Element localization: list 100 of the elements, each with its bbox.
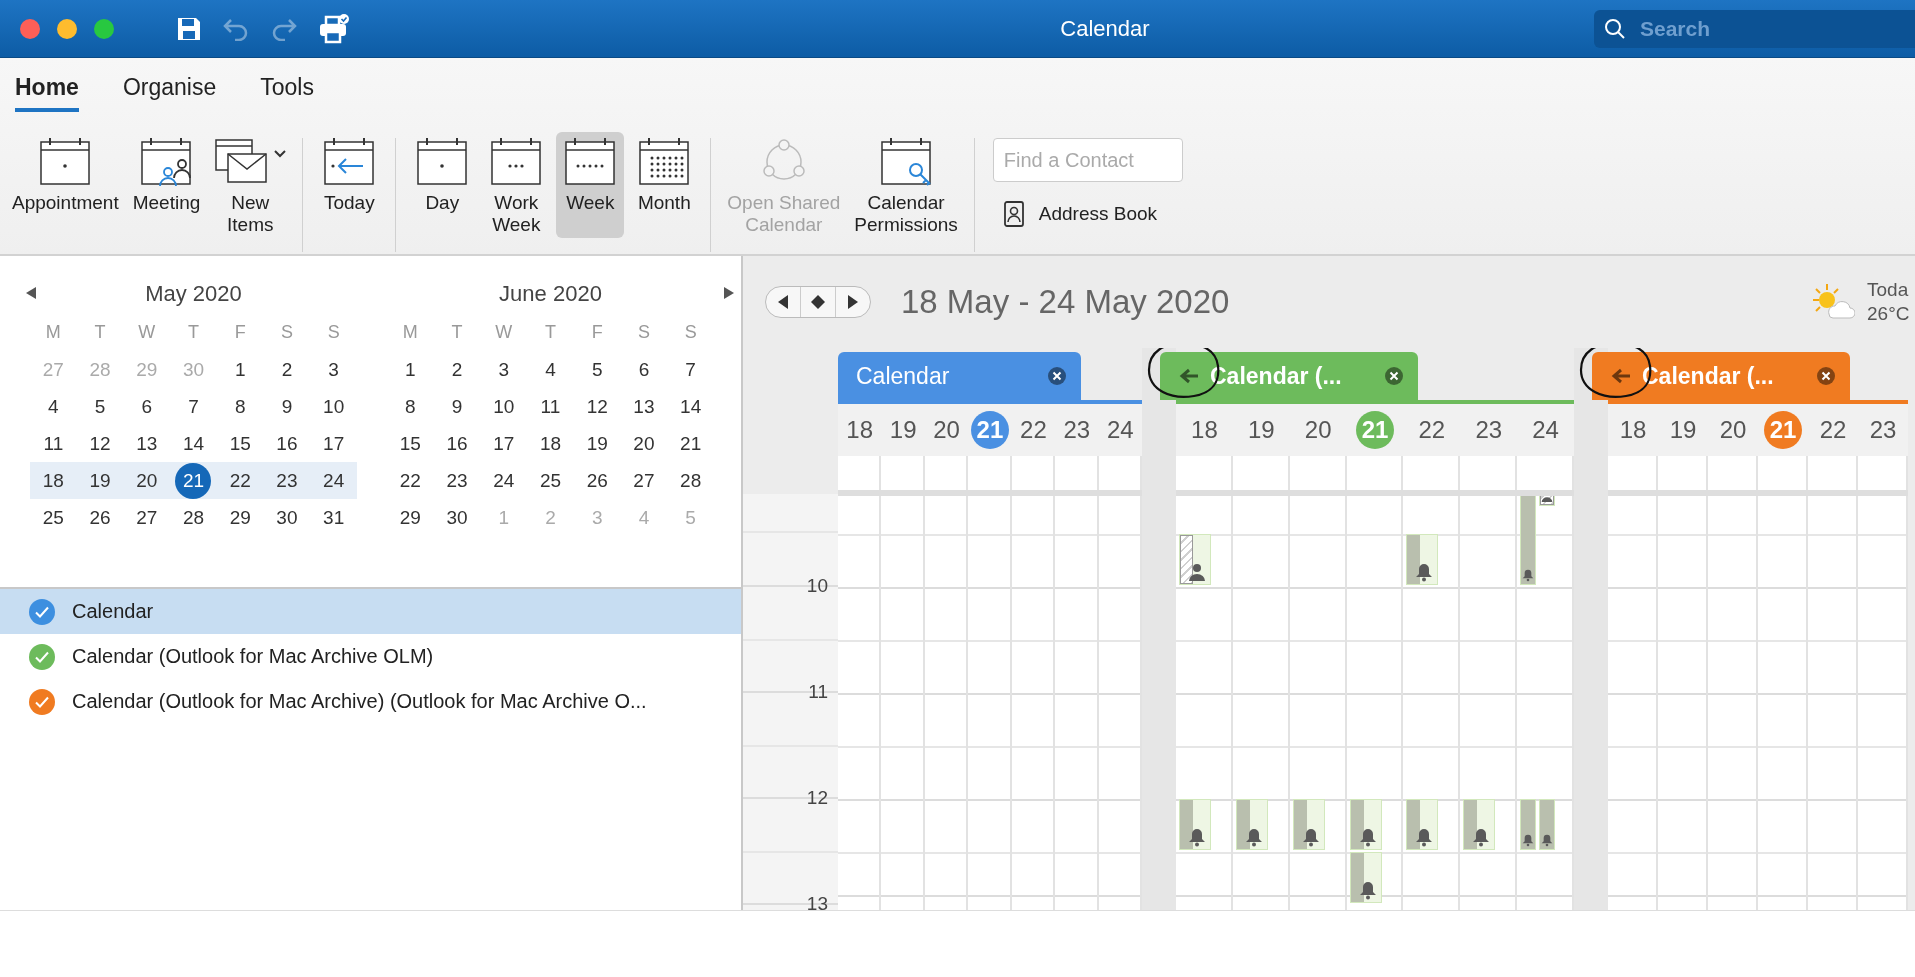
date-cell[interactable]: 10	[485, 388, 522, 425]
diamond-icon[interactable]	[800, 287, 836, 317]
calendar-list-item[interactable]: Calendar (Outlook for Mac Archive OLM)	[0, 634, 741, 679]
printer-icon[interactable]	[318, 13, 350, 44]
date-cell[interactable]: 16	[439, 425, 476, 462]
date-cell[interactable]: 9	[268, 388, 305, 425]
day-number[interactable]: 19	[889, 416, 917, 444]
day-number[interactable]: 18	[846, 416, 874, 444]
ribbon-tab[interactable]: Organise	[122, 74, 217, 108]
date-cell[interactable]: 19	[82, 462, 119, 499]
date-cell[interactable]: 26	[579, 462, 616, 499]
day-number[interactable]: 20	[1719, 416, 1747, 444]
date-cell[interactable]: 17	[485, 425, 522, 462]
date-cell[interactable]: 16	[268, 425, 305, 462]
zoom-window-button[interactable]	[94, 18, 114, 39]
date-cell[interactable]: 11	[35, 425, 72, 462]
date-cell[interactable]: 13	[625, 388, 662, 425]
ribbon-tab[interactable]: Home	[15, 74, 79, 112]
back-arrow-icon[interactable]	[1178, 367, 1200, 385]
day-number[interactable]: 20	[933, 416, 960, 444]
calendar-list-item[interactable]: Calendar	[0, 589, 741, 634]
date-cell[interactable]: 24	[485, 462, 522, 499]
day-number[interactable]: 23	[1869, 416, 1897, 444]
date-cell[interactable]: 6	[625, 351, 662, 388]
day-number[interactable]: 19	[1247, 416, 1275, 444]
date-cell[interactable]: 21	[672, 425, 709, 462]
date-cell[interactable]: 5	[82, 388, 119, 425]
close-icon[interactable]	[1816, 366, 1836, 386]
ribbon-button[interactable]: Week	[556, 132, 625, 238]
date-cell[interactable]: 27	[625, 462, 662, 499]
date-cell[interactable]: 4	[35, 388, 72, 425]
date-cell[interactable]: 3	[485, 351, 522, 388]
navigation-control[interactable]	[765, 286, 871, 318]
ribbon-button[interactable]: Appointment	[8, 132, 123, 238]
calendar-check-icon[interactable]	[28, 687, 56, 716]
ribbon-button[interactable]: Calendar Permissions	[850, 132, 962, 238]
date-cell[interactable]: 14	[672, 388, 709, 425]
calendar-check-icon[interactable]	[28, 597, 56, 626]
date-cell[interactable]: 3	[315, 351, 352, 388]
date-cell[interactable]: 12	[82, 425, 119, 462]
date-cell[interactable]: 31	[315, 499, 352, 536]
caret-icon[interactable]	[274, 150, 287, 158]
ribbon-tab[interactable]: Tools	[260, 74, 314, 108]
date-cell[interactable]: 15	[392, 425, 429, 462]
ribbon-button[interactable]: New Items	[210, 132, 291, 238]
date-cell[interactable]: 17	[315, 425, 352, 462]
date-cell[interactable]: 2	[439, 351, 476, 388]
date-cell[interactable]: 7	[175, 388, 212, 425]
date-cell[interactable]: 12	[579, 388, 616, 425]
previous-month-arrow[interactable]	[24, 286, 38, 300]
date-cell[interactable]: 23	[268, 462, 305, 499]
date-cell[interactable]: 15	[222, 425, 259, 462]
date-cell[interactable]: 29	[392, 499, 429, 536]
find-contact-field[interactable]: Find a Contact	[992, 138, 1183, 182]
date-cell[interactable]: 30	[439, 499, 476, 536]
date-cell[interactable]: 18	[35, 462, 72, 499]
day-number[interactable]: 20	[1304, 416, 1332, 444]
date-cell[interactable]: 8	[222, 388, 259, 425]
date-cell[interactable]: 14	[175, 425, 212, 462]
date-cell[interactable]: 2	[268, 351, 305, 388]
date-cell[interactable]: 30	[268, 499, 305, 536]
ribbon-button[interactable]: Work Week	[482, 132, 551, 238]
day-number[interactable]: 24	[1532, 416, 1559, 444]
day-number[interactable]: 18	[1191, 416, 1218, 444]
date-cell[interactable]: 26	[82, 499, 119, 536]
date-cell[interactable]: 4	[532, 351, 569, 388]
day-number[interactable]: 22	[1020, 416, 1047, 444]
date-cell[interactable]: 1	[392, 351, 429, 388]
save-icon[interactable]	[176, 15, 202, 42]
calendar-list-item[interactable]: Calendar (Outlook for Mac Archive) (Outlook for Mac Archive O...	[0, 679, 741, 724]
date-cell[interactable]: 11	[532, 388, 569, 425]
date-cell[interactable]: 10	[315, 388, 352, 425]
date-cell[interactable]: 23	[439, 462, 476, 499]
date-cell[interactable]: 29	[222, 499, 259, 536]
date-cell[interactable]: 8	[392, 388, 429, 425]
date-cell[interactable]: 28	[175, 499, 212, 536]
ribbon-button[interactable]: Today	[315, 132, 384, 216]
close-window-button[interactable]	[20, 18, 40, 39]
minimize-window-button[interactable]	[57, 18, 77, 39]
close-icon[interactable]	[1047, 366, 1067, 386]
close-icon[interactable]	[1384, 366, 1404, 386]
date-cell[interactable]: 25	[532, 462, 569, 499]
date-cell[interactable]: 18	[532, 425, 569, 462]
ribbon-button[interactable]: Day	[408, 132, 477, 238]
date-cell[interactable]: 24	[315, 462, 352, 499]
day-number[interactable]: 19	[1669, 416, 1697, 444]
date-cell[interactable]: 19	[579, 425, 616, 462]
date-cell[interactable]: 28	[672, 462, 709, 499]
date-cell[interactable]: 9	[439, 388, 476, 425]
ribbon-button[interactable]: Meeting	[128, 132, 205, 238]
day-number[interactable]: 22	[1418, 416, 1446, 444]
back-arrow-icon[interactable]	[1610, 367, 1632, 385]
date-cell[interactable]: 22	[222, 462, 259, 499]
date-cell[interactable]: 25	[35, 499, 72, 536]
day-number[interactable]: 23	[1475, 416, 1503, 444]
date-cell[interactable]: 21	[175, 462, 212, 499]
next-month-arrow[interactable]	[722, 286, 736, 300]
day-number[interactable]: 24	[1106, 416, 1134, 444]
date-cell[interactable]: 7	[672, 351, 709, 388]
address-book-button[interactable]: Address Book	[992, 200, 1183, 228]
